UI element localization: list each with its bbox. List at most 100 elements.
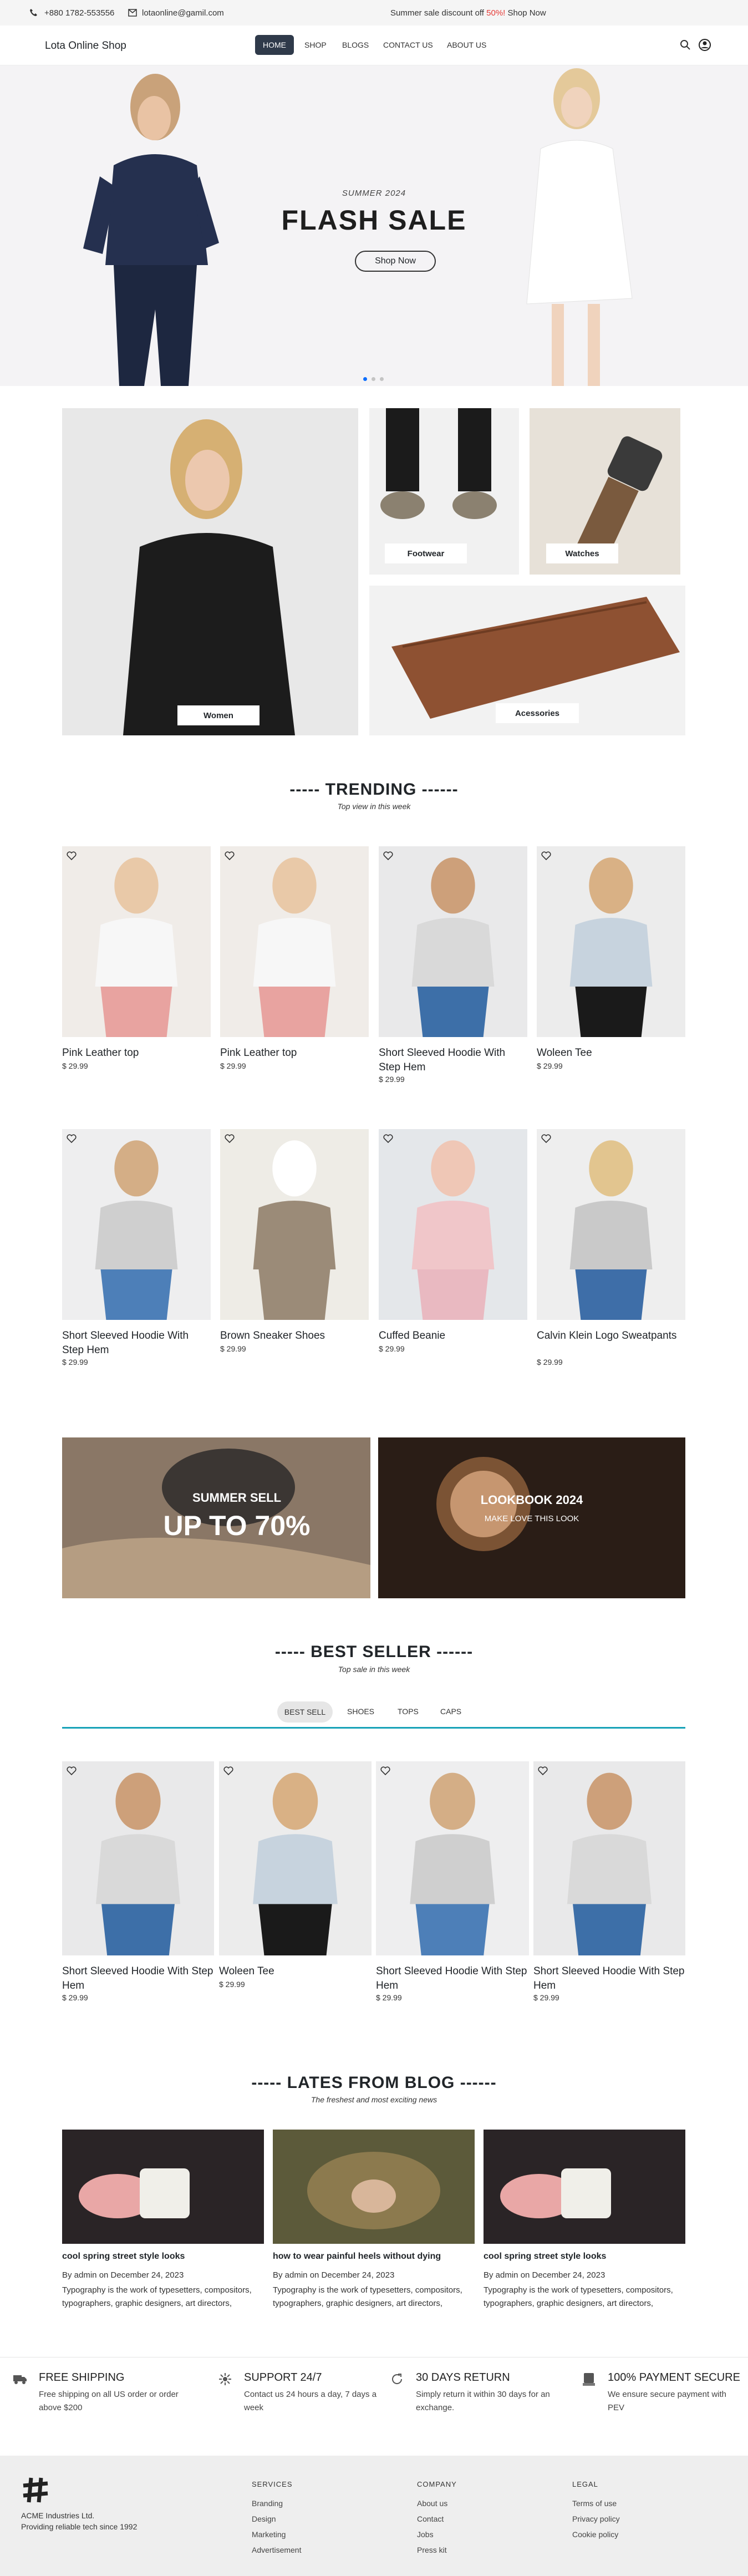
product-card[interactable]: Short Sleeved Hoodie With Step Hem $ 29.9… (376, 1761, 529, 2002)
product-image[interactable] (62, 846, 211, 1037)
user-account-icon[interactable] (698, 38, 711, 52)
tab-best-sell[interactable]: BEST SELL (277, 1701, 333, 1723)
wishlist-heart-icon[interactable] (537, 1765, 549, 1777)
lookbook-banner[interactable]: LOOKBOOK 2024 MAKE LOVE THIS LOOK (378, 1437, 685, 1598)
wishlist-heart-icon[interactable] (65, 850, 78, 862)
product-name[interactable]: Short Sleeved Hoodie With Step Hem (376, 1964, 529, 1993)
category-watches-card[interactable]: Watches (530, 408, 680, 575)
category-women-card[interactable]: Women (62, 408, 358, 735)
footer-link[interactable]: Privacy policy (572, 2514, 620, 2523)
footer-link[interactable]: Branding (252, 2499, 283, 2508)
nav-home[interactable]: HOME (255, 35, 294, 55)
wishlist-heart-icon[interactable] (222, 1765, 235, 1777)
product-card[interactable]: Brown Sneaker Shoes $ 29.99 (220, 1129, 369, 1364)
summer-sell-banner[interactable]: SUMMER SELL UP TO 70% (62, 1437, 370, 1598)
footer-column-heading: COMPANY (417, 2480, 457, 2488)
product-image[interactable] (220, 846, 369, 1037)
nav-contact-us[interactable]: CONTACT US (383, 40, 433, 49)
blog-post-card[interactable]: cool spring street style looks By admin o… (484, 2130, 685, 2318)
product-card[interactable]: Short Sleeved Hoodie With Step Hem $ 29.9… (62, 1761, 214, 2002)
blog-post-image[interactable] (62, 2130, 264, 2244)
hero-shop-now-button[interactable]: Shop Now (355, 251, 436, 272)
product-card[interactable]: Short Sleeved Hoodie With Step Hem $ 29.9… (379, 846, 527, 1084)
product-name[interactable]: Short Sleeved Hoodie With Step Hem (62, 1964, 214, 1993)
wishlist-heart-icon[interactable] (379, 1765, 391, 1777)
footer-link[interactable]: Jobs (417, 2530, 434, 2539)
feature-text: Simply return it within 30 days for an e… (416, 2390, 550, 2412)
product-image[interactable] (220, 1129, 369, 1320)
product-image[interactable] (379, 1129, 527, 1320)
product-name[interactable]: Calvin Klein Logo Sweatpants (537, 1329, 685, 1343)
product-image[interactable] (376, 1761, 529, 1955)
product-card[interactable]: Short Sleeved Hoodie With Step Hem $ 29.9… (62, 1129, 211, 1366)
product-image[interactable] (62, 1761, 214, 1955)
blog-post-card[interactable]: cool spring street style looks By admin o… (62, 2130, 264, 2318)
product-card[interactable]: Pink Leather top $ 29.99 (220, 846, 369, 1081)
product-image[interactable] (219, 1761, 372, 1955)
footer-link[interactable]: Marketing (252, 2530, 286, 2539)
footer-link[interactable]: Press kit (417, 2545, 447, 2554)
promo-shop-now-link[interactable]: Shop Now (508, 8, 546, 18)
wishlist-heart-icon[interactable] (65, 1132, 78, 1145)
wishlist-heart-icon[interactable] (382, 850, 394, 862)
product-name[interactable]: Short Sleeved Hoodie With Step Hem (379, 1046, 527, 1075)
tab-caps[interactable]: CAPS (440, 1707, 461, 1716)
blog-post-title[interactable]: how to wear painful heels without dying (273, 2252, 475, 2262)
product-image[interactable] (62, 1129, 211, 1320)
product-name[interactable]: Woleen Tee (537, 1046, 685, 1060)
product-name[interactable]: Pink Leather top (62, 1046, 211, 1060)
feature-text: Free shipping on all US order or order a… (39, 2390, 179, 2412)
footer-link[interactable]: Contact (417, 2514, 444, 2523)
category-accessories-card[interactable]: Acessories (369, 586, 685, 735)
tab-tops[interactable]: TOPS (398, 1707, 419, 1716)
bestseller-title: ----- BEST SELLER ------ (274, 1643, 474, 1661)
product-image[interactable] (537, 1129, 685, 1320)
blog-post-image[interactable] (273, 2130, 475, 2244)
nav-shop[interactable]: SHOP (304, 40, 327, 49)
product-card[interactable]: Woleen Tee $ 29.99 (219, 1761, 372, 2000)
footer-link[interactable]: About us (417, 2499, 447, 2508)
product-card[interactable]: Cuffed Beanie $ 29.99 (379, 1129, 527, 1364)
blog-post-card[interactable]: how to wear painful heels without dying B… (273, 2130, 475, 2318)
wishlist-heart-icon[interactable] (382, 1132, 394, 1145)
product-card[interactable]: Calvin Klein Logo Sweatpants $ 29.99 (537, 1129, 685, 1366)
slider-dot-2[interactable] (372, 377, 375, 381)
wishlist-heart-icon[interactable] (223, 850, 236, 862)
product-name[interactable]: Short Sleeved Hoodie With Step Hem (533, 1964, 685, 1993)
category-footwear-card[interactable]: Footwear (369, 408, 519, 575)
brand-logo[interactable]: Lota Online Shop (45, 40, 126, 52)
product-name[interactable]: Cuffed Beanie (379, 1329, 527, 1343)
wishlist-heart-icon[interactable] (540, 1132, 552, 1145)
search-icon[interactable] (679, 39, 691, 51)
wishlist-heart-icon[interactable] (65, 1765, 78, 1777)
product-name[interactable]: Pink Leather top (220, 1046, 369, 1060)
truck-icon (12, 2371, 28, 2387)
nav-about-us[interactable]: ABOUT US (447, 40, 486, 49)
blog-post-image[interactable] (484, 2130, 685, 2244)
wishlist-heart-icon[interactable] (540, 850, 552, 862)
product-name[interactable]: Short Sleeved Hoodie With Step Hem (62, 1329, 211, 1358)
footer-tagline: Providing reliable tech since 1992 (21, 2522, 138, 2531)
product-card[interactable]: Woleen Tee $ 29.99 (537, 846, 685, 1081)
footer-link[interactable]: Advertisement (252, 2545, 301, 2554)
product-image[interactable] (537, 846, 685, 1037)
nav-blogs[interactable]: BLOGS (342, 40, 369, 49)
product-name[interactable]: Brown Sneaker Shoes (220, 1329, 369, 1343)
footer-link[interactable]: Design (252, 2514, 276, 2523)
footer-link[interactable]: Terms of use (572, 2499, 617, 2508)
tab-shoes[interactable]: SHOES (347, 1707, 374, 1716)
slider-dot-1[interactable] (363, 377, 367, 381)
blog-title: ----- LATES FROM BLOG ------ (251, 2074, 497, 2092)
product-card[interactable]: Pink Leather top $ 29.99 (62, 846, 211, 1081)
product-image[interactable] (533, 1761, 685, 1955)
product-price: $ 29.99 (533, 1993, 559, 2002)
product-image[interactable] (379, 846, 527, 1037)
wishlist-heart-icon[interactable] (223, 1132, 236, 1145)
slider-dot-3[interactable] (380, 377, 384, 381)
blog-post-title[interactable]: cool spring street style looks (62, 2252, 264, 2262)
category-footwear-label: Footwear (385, 543, 467, 563)
footer-link[interactable]: Cookie policy (572, 2530, 618, 2539)
product-card[interactable]: Short Sleeved Hoodie With Step Hem $ 29.9… (533, 1761, 685, 2002)
product-name[interactable]: Woleen Tee (219, 1964, 372, 1979)
blog-post-title[interactable]: cool spring street style looks (484, 2252, 685, 2262)
